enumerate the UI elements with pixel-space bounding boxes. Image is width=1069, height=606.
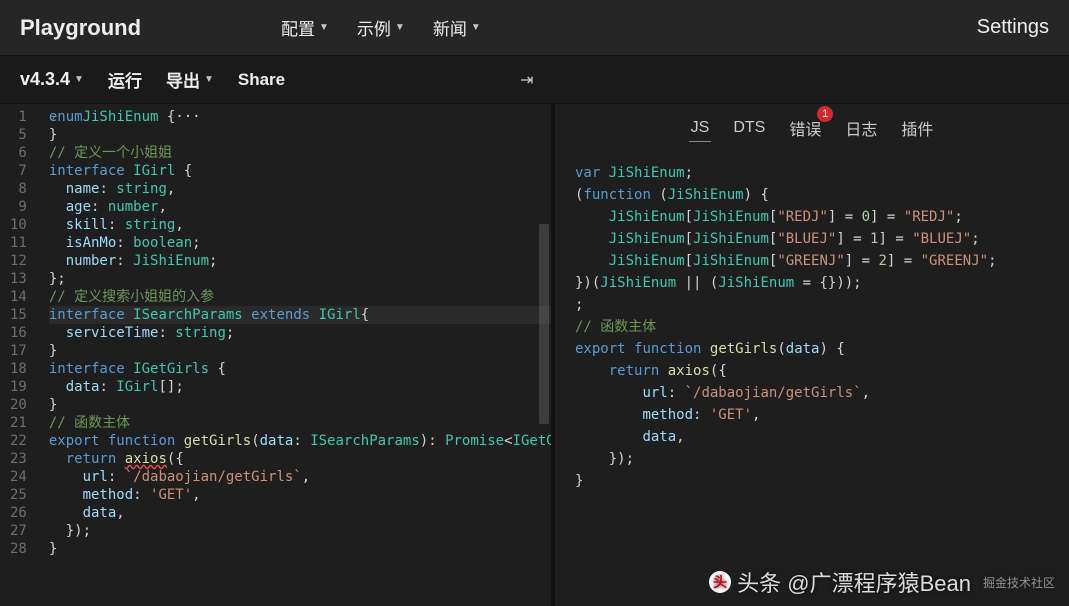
run-arrow-icon[interactable]: ⇥ — [520, 70, 533, 90]
nav-news[interactable]: 新闻 ▼ — [433, 15, 481, 40]
caret-down-icon: ▼ — [74, 74, 84, 85]
output-pane: JS DTS 错误 1 日志 插件 var JiShiEnum;(functio… — [555, 104, 1069, 606]
tab-plugins[interactable]: 插件 — [899, 112, 935, 144]
nav-config[interactable]: 配置 ▼ — [281, 15, 329, 40]
sub-bar: v4.3.4 ▼ 运行 导出 ▼ Share ⇥ — [0, 56, 1069, 104]
output-code[interactable]: var JiShiEnum;(function (JiShiEnum) { Ji… — [565, 156, 1059, 596]
brand: Playground — [20, 15, 141, 41]
toutiao-icon: 头 — [709, 571, 731, 593]
export-button[interactable]: 导出 ▼ — [166, 67, 214, 92]
watermark: 头 头条 @广漂程序猿Bean 掘金技术社区 — [709, 566, 1055, 598]
tab-js[interactable]: JS — [689, 115, 712, 142]
tab-dts[interactable]: DTS — [731, 115, 767, 141]
top-nav: 配置 ▼ 示例 ▼ 新闻 ▼ — [281, 15, 481, 40]
top-bar: Playground 配置 ▼ 示例 ▼ 新闻 ▼ Settings — [0, 0, 1069, 56]
line-gutter: 1567891011121314151617181920212223242526… — [0, 104, 35, 606]
tab-errors[interactable]: 错误 1 — [787, 112, 823, 144]
caret-down-icon: ▼ — [204, 74, 214, 85]
run-button[interactable]: 运行 — [108, 67, 142, 92]
caret-down-icon: ▼ — [319, 22, 329, 33]
tab-logs[interactable]: 日志 — [843, 112, 879, 144]
settings-link[interactable]: Settings — [977, 16, 1049, 39]
nav-examples[interactable]: 示例 ▼ — [357, 15, 405, 40]
watermark-small: 掘金技术社区 — [983, 574, 1055, 591]
output-tabs: JS DTS 错误 1 日志 插件 — [555, 104, 1069, 152]
code-content[interactable]: enumJiShiEnum {···}// 定义一个小姐姐interface I… — [35, 104, 551, 606]
tab-label: 错误 — [789, 122, 821, 139]
fold-icon[interactable]: › — [50, 109, 57, 127]
version-label: v4.3.4 — [20, 69, 70, 90]
error-badge: 1 — [817, 106, 833, 122]
nav-label: 示例 — [357, 15, 391, 40]
main-split: 1567891011121314151617181920212223242526… — [0, 104, 1069, 606]
nav-label: 新闻 — [433, 15, 467, 40]
watermark-text: 头条 @广漂程序猿Bean — [737, 566, 971, 598]
editor-pane: 1567891011121314151617181920212223242526… — [0, 104, 555, 606]
scrollbar-vertical[interactable] — [539, 224, 549, 424]
export-label: 导出 — [166, 67, 200, 92]
nav-label: 配置 — [281, 15, 315, 40]
caret-down-icon: ▼ — [471, 22, 481, 33]
share-button[interactable]: Share — [238, 70, 285, 90]
caret-down-icon: ▼ — [395, 22, 405, 33]
code-editor[interactable]: 1567891011121314151617181920212223242526… — [0, 104, 551, 606]
version-selector[interactable]: v4.3.4 ▼ — [20, 69, 84, 90]
